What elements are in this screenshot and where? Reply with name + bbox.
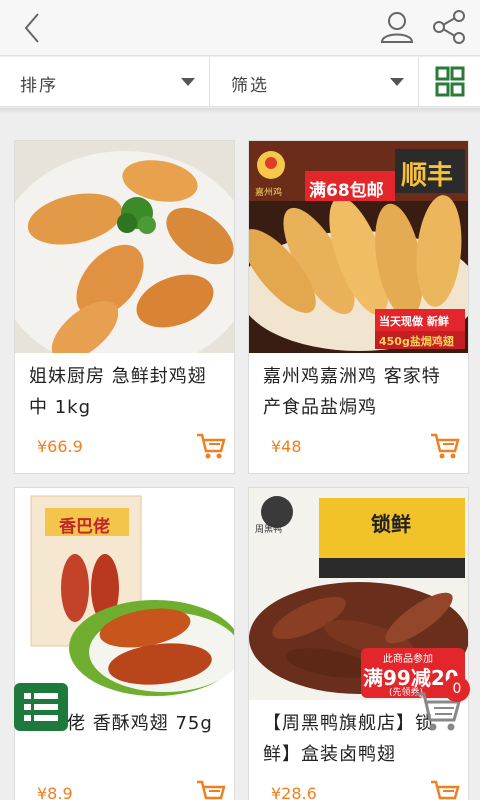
- add-to-cart-button[interactable]: [196, 432, 226, 460]
- brand-label: 周黑鸭: [255, 525, 283, 535]
- share-icon: [433, 10, 465, 44]
- product-image[interactable]: 周黑鸭 锁鲜 此商品参加 满99减20 (先领券): [249, 488, 468, 700]
- filter-label: 筛选: [231, 76, 269, 96]
- user-button[interactable]: [378, 8, 416, 46]
- add-to-cart-button[interactable]: [196, 779, 226, 800]
- box-label: 锁鲜: [371, 512, 411, 536]
- cart-icon: [197, 433, 226, 459]
- product-card[interactable]: 周黑鸭 锁鲜 此商品参加 满99减20 (先领券) 【周黑鸭旗舰店】锁鲜】盒装卤…: [248, 487, 469, 800]
- grid-view-toggle[interactable]: [420, 57, 480, 107]
- product-price: ¥66.9: [37, 437, 83, 456]
- divider: [0, 108, 480, 114]
- promo-badge: 满68包邮: [309, 181, 384, 201]
- caret-down-icon: [181, 78, 195, 86]
- back-button[interactable]: [18, 10, 48, 46]
- user-icon: [380, 12, 414, 43]
- cart-icon: [431, 433, 460, 459]
- fresh-badge: 当天现做 新鲜: [379, 315, 449, 328]
- grid-view-icon: [435, 66, 465, 97]
- sort-dropdown[interactable]: 排序: [0, 57, 210, 107]
- caret-down-icon: [390, 78, 404, 86]
- top-bar: [0, 0, 480, 56]
- product-card[interactable]: 嘉州鸡 满68包邮 顺丰 当天现做 新鲜 450g盐焗鸡翅 嘉州鸡嘉洲鸡 客家特…: [248, 140, 469, 474]
- product-title: 嘉州鸡嘉洲鸡 客家特产食品盐焗鸡: [263, 366, 441, 418]
- brand-label: 嘉州鸡: [255, 188, 283, 198]
- sort-label: 排序: [20, 76, 58, 96]
- cart-count-badge: 0: [444, 676, 470, 702]
- product-price: ¥48: [271, 437, 302, 456]
- chevron-left-icon: [24, 13, 39, 43]
- courier-badge: 顺丰: [401, 161, 454, 191]
- product-price: ¥28.6: [271, 784, 317, 800]
- list-icon: [24, 693, 58, 721]
- cart-icon: [197, 780, 226, 800]
- product-card[interactable]: 姐妹厨房 急鲜封鸡翅中 1kg ¥66.9: [14, 140, 235, 474]
- brand-label: 香巴佬: [59, 517, 110, 537]
- weight-badge: 450g盐焗鸡翅: [379, 335, 454, 348]
- product-price: ¥8.9: [37, 784, 73, 800]
- product-image[interactable]: [15, 141, 234, 353]
- filter-bar: 排序 筛选: [0, 57, 480, 107]
- add-to-cart-button[interactable]: [430, 432, 460, 460]
- share-button[interactable]: [430, 8, 468, 46]
- category-list-button[interactable]: [14, 683, 68, 731]
- cart-icon: [431, 780, 460, 800]
- filter-dropdown[interactable]: 筛选: [211, 57, 419, 107]
- product-card[interactable]: 香巴佬 香巴佬 香酥鸡翅 75g ¥8.9: [14, 487, 235, 800]
- product-image[interactable]: 香巴佬: [15, 488, 234, 700]
- product-title: 姐妹厨房 急鲜封鸡翅中 1kg: [29, 366, 207, 418]
- add-to-cart-button[interactable]: [430, 779, 460, 800]
- product-image[interactable]: 嘉州鸡 满68包邮 顺丰 当天现做 新鲜 450g盐焗鸡翅: [249, 141, 468, 353]
